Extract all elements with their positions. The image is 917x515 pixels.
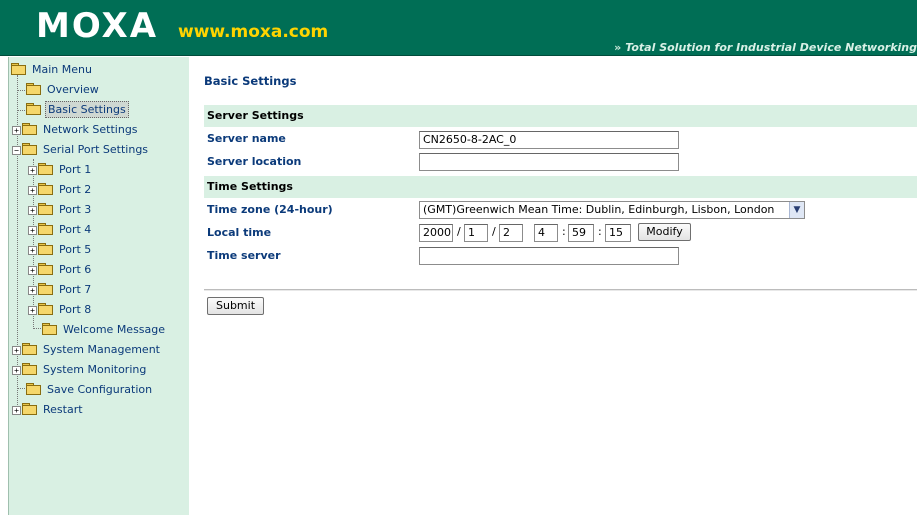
section-title: Server Settings xyxy=(207,109,304,122)
time-zone-label: Time zone (24-hour) xyxy=(207,203,333,216)
hour-input[interactable]: 4 xyxy=(534,224,558,242)
section-server-settings: Server Settings xyxy=(204,105,917,127)
sidebar-item-system-management[interactable]: + System Management xyxy=(12,340,162,359)
sidebar-item-welcome-message[interactable]: Welcome Message xyxy=(42,320,167,339)
folder-icon xyxy=(38,303,53,315)
sidebar-item-system-monitoring[interactable]: + System Monitoring xyxy=(12,360,148,379)
sidebar-item-overview[interactable]: Overview xyxy=(26,80,101,99)
sidebar-item-port-5[interactable]: + Port 5 xyxy=(28,240,93,259)
plus-expander-icon[interactable]: + xyxy=(12,406,21,415)
double-chevron-icon: » xyxy=(614,41,622,54)
minus-expander-icon[interactable]: − xyxy=(12,146,21,155)
main-content: Basic Settings Server Settings Server na… xyxy=(204,57,917,515)
tree-connector xyxy=(17,110,25,111)
plus-expander-icon[interactable]: + xyxy=(28,286,37,295)
tagline-text: Total Solution for Industrial Device Net… xyxy=(625,41,917,54)
sidebar-item-port-4[interactable]: + Port 4 xyxy=(28,220,93,239)
sidebar-item-port-1[interactable]: + Port 1 xyxy=(28,160,93,179)
day-input[interactable]: 2 xyxy=(499,224,523,242)
server-name-input[interactable]: CN2650-8-2AC_0 xyxy=(419,131,679,149)
sidebar-item-network-settings[interactable]: + Network Settings xyxy=(12,120,140,139)
folder-icon xyxy=(38,223,53,235)
sidebar-item-port-8[interactable]: + Port 8 xyxy=(28,300,93,319)
submit-button[interactable]: Submit xyxy=(207,297,264,315)
time-zone-selected: (GMT)Greenwich Mean Time: Dublin, Edinbu… xyxy=(423,203,775,216)
second-input[interactable]: 15 xyxy=(605,224,631,242)
time-separator: : xyxy=(598,225,602,238)
form-divider xyxy=(204,289,917,291)
page-title: Basic Settings xyxy=(204,74,297,88)
folder-icon xyxy=(38,183,53,195)
time-server-label: Time server xyxy=(207,249,281,262)
moxa-url[interactable]: www.moxa.com xyxy=(178,22,328,42)
row-time-zone: Time zone (24-hour) (GMT)Greenwich Mean … xyxy=(204,199,917,222)
date-separator: / xyxy=(492,225,496,238)
folder-icon xyxy=(22,343,37,355)
folder-icon xyxy=(22,123,37,135)
row-server-name: Server name CN2650-8-2AC_0 xyxy=(204,128,917,151)
month-input[interactable]: 1 xyxy=(464,224,488,242)
plus-expander-icon[interactable]: + xyxy=(12,346,21,355)
plus-expander-icon[interactable]: + xyxy=(28,206,37,215)
row-server-location: Server location xyxy=(204,151,917,174)
row-time-server: Time server xyxy=(204,245,917,268)
sidebar-menu: Main Menu Overview Basic Settings + Netwo… xyxy=(8,57,189,515)
sidebar-item-port-7[interactable]: + Port 7 xyxy=(28,280,93,299)
folder-icon xyxy=(26,383,41,395)
sidebar-item-port-2[interactable]: + Port 2 xyxy=(28,180,93,199)
year-input[interactable]: 2000 xyxy=(419,224,453,242)
sidebar-item-main-menu[interactable]: Main Menu xyxy=(11,60,94,79)
folder-icon xyxy=(38,203,53,215)
folder-icon xyxy=(38,263,53,275)
sidebar-item-restart[interactable]: + Restart xyxy=(12,400,85,419)
server-location-label: Server location xyxy=(207,155,302,168)
time-separator: : xyxy=(562,225,566,238)
tagline: » Total Solution for Industrial Device Ne… xyxy=(614,41,917,54)
plus-expander-icon[interactable]: + xyxy=(28,246,37,255)
tree-connector xyxy=(33,328,41,329)
section-time-settings: Time Settings xyxy=(204,176,917,198)
time-server-input[interactable] xyxy=(419,247,679,265)
tree-connector xyxy=(17,388,25,389)
plus-expander-icon[interactable]: + xyxy=(28,186,37,195)
folder-icon xyxy=(26,83,41,95)
sidebar-item-port-3[interactable]: + Port 3 xyxy=(28,200,93,219)
folder-icon xyxy=(26,103,41,115)
folder-icon xyxy=(38,243,53,255)
chevron-down-icon[interactable]: ▼ xyxy=(789,202,804,218)
row-local-time: Local time 2000 / 1 / 2 4 : 59 : 15 Modi… xyxy=(204,222,917,245)
section-title: Time Settings xyxy=(207,180,293,193)
folder-open-icon xyxy=(11,63,26,75)
plus-expander-icon[interactable]: + xyxy=(28,266,37,275)
server-name-label: Server name xyxy=(207,132,286,145)
server-location-input[interactable] xyxy=(419,153,679,171)
sidebar-item-port-6[interactable]: + Port 6 xyxy=(28,260,93,279)
plus-expander-icon[interactable]: + xyxy=(28,166,37,175)
modify-button[interactable]: Modify xyxy=(638,223,691,241)
tree-connector xyxy=(17,90,25,91)
moxa-logo: MOXA xyxy=(36,6,159,46)
plus-expander-icon[interactable]: + xyxy=(28,306,37,315)
date-separator: / xyxy=(457,225,461,238)
sidebar-item-serial-port-settings[interactable]: − Serial Port Settings xyxy=(12,140,150,159)
folder-icon xyxy=(22,403,37,415)
folder-open-icon xyxy=(22,143,37,155)
header-banner: MOXA www.moxa.com » Total Solution for In… xyxy=(0,0,917,56)
plus-expander-icon[interactable]: + xyxy=(28,226,37,235)
plus-expander-icon[interactable]: + xyxy=(12,126,21,135)
folder-icon xyxy=(42,323,57,335)
sidebar-item-save-configuration[interactable]: Save Configuration xyxy=(26,380,154,399)
minute-input[interactable]: 59 xyxy=(568,224,594,242)
time-zone-select[interactable]: (GMT)Greenwich Mean Time: Dublin, Edinbu… xyxy=(419,201,805,219)
plus-expander-icon[interactable]: + xyxy=(12,366,21,375)
folder-icon xyxy=(38,283,53,295)
local-time-label: Local time xyxy=(207,226,272,239)
folder-icon xyxy=(38,163,53,175)
folder-icon xyxy=(22,363,37,375)
sidebar-item-basic-settings[interactable]: Basic Settings xyxy=(26,100,129,119)
